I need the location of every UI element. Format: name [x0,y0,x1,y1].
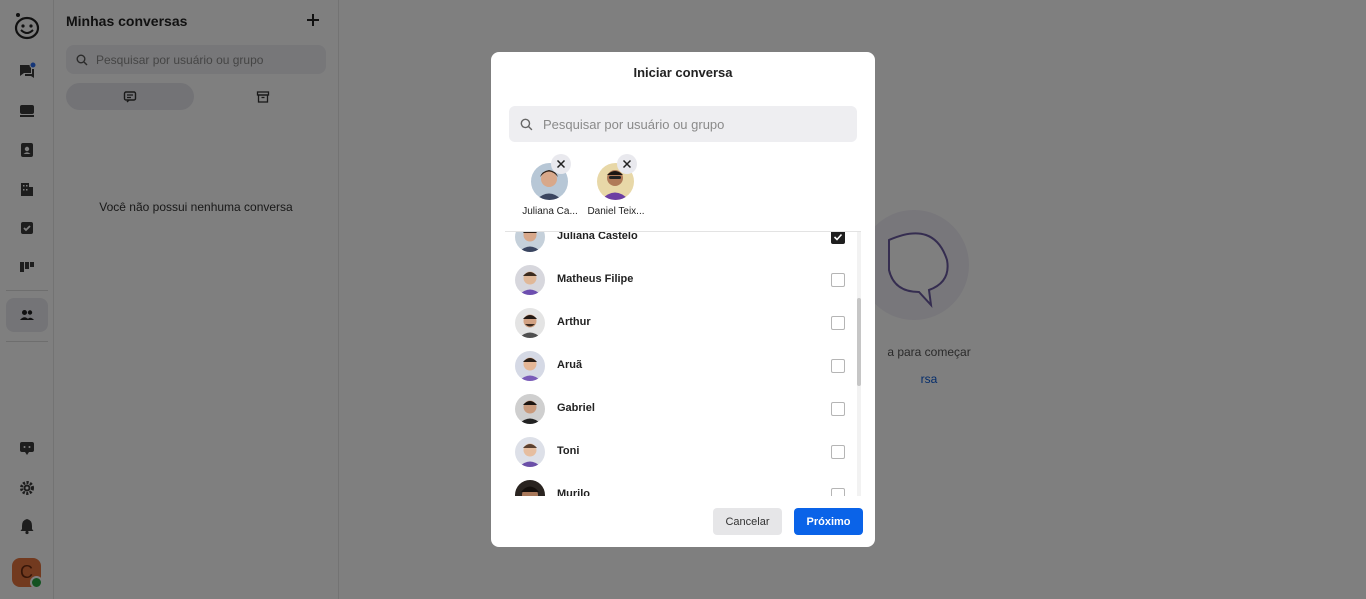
next-button[interactable]: Próximo [794,508,863,535]
list-item[interactable]: Matheus Filipe [491,260,875,300]
new-conversation-dialog: Iniciar conversa Juliana Ca... Daniel Te… [491,52,875,547]
list-item[interactable]: Aruã [491,346,875,386]
remove-selected-button[interactable] [617,154,637,174]
user-checkbox[interactable] [831,273,845,287]
selected-user-chip: Juliana Ca... [518,154,582,220]
user-checkbox[interactable] [831,445,845,459]
list-item[interactable]: Arthur [491,303,875,343]
close-icon [556,159,566,169]
avatar [515,351,545,381]
user-list-scrollbar-thumb[interactable] [857,298,861,386]
avatar [515,437,545,467]
user-checkbox[interactable] [831,488,845,496]
user-checkbox[interactable] [831,232,845,244]
user-name: Juliana Castelo [557,232,638,242]
user-search[interactable] [509,106,857,142]
user-name: Toni [557,445,580,457]
user-name: Arthur [557,316,591,328]
user-name: Gabriel [557,402,595,414]
avatar [515,308,545,338]
remove-selected-button[interactable] [551,154,571,174]
user-name: Aruã [557,359,583,371]
selected-user-chip: Daniel Teix... [584,154,648,220]
cancel-button[interactable]: Cancelar [713,508,782,535]
user-search-input[interactable] [541,115,845,133]
user-name: Murilo [557,488,590,496]
user-checkbox[interactable] [831,402,845,416]
list-item[interactable]: Juliana Castelo [491,232,875,257]
avatar [515,265,545,295]
user-list: Juliana Castelo Matheus Filipe Arthur Ar… [491,232,875,496]
avatar [515,480,545,496]
check-icon [833,233,843,241]
user-name: Matheus Filipe [557,273,634,285]
list-item[interactable]: Gabriel [491,389,875,429]
user-checkbox[interactable] [831,316,845,330]
close-icon [622,159,632,169]
avatar [515,394,545,424]
user-checkbox[interactable] [831,359,845,373]
selected-user-name: Daniel Teix... [587,206,645,217]
list-item[interactable]: Murilo [491,475,875,496]
selected-user-name: Juliana Ca... [522,206,578,217]
dialog-title: Iniciar conversa [633,65,733,80]
avatar [515,232,545,252]
list-item[interactable]: Toni [491,432,875,472]
search-icon [520,118,533,130]
